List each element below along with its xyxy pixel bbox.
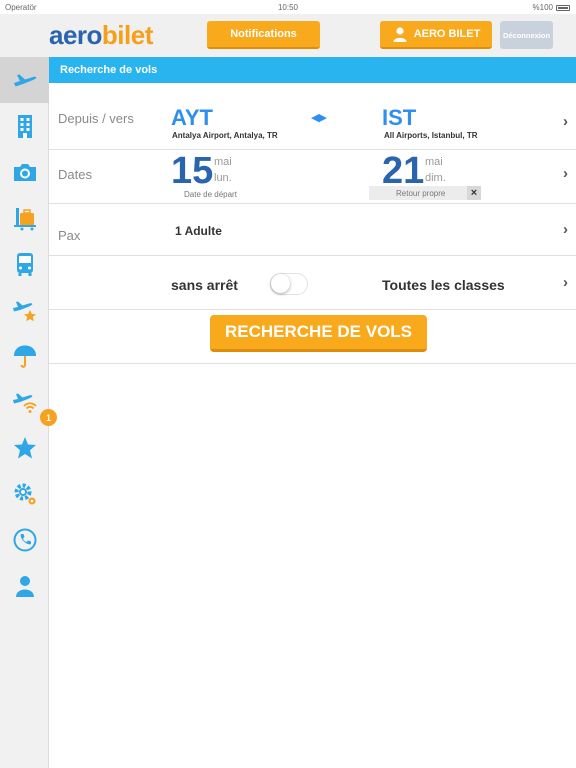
departure-caption: Date de départ — [184, 190, 237, 199]
chevron-right-icon: › — [563, 165, 568, 182]
sidebar-item-profile[interactable] — [0, 563, 49, 609]
sidebar-item-activities[interactable] — [0, 149, 49, 195]
clear-return-button[interactable]: × — [467, 186, 481, 200]
departure-day[interactable]: 15 — [171, 152, 213, 190]
plane-wifi-icon — [12, 393, 37, 413]
departure-weekday: lun. — [214, 172, 232, 184]
pax-value: 1 Adulte — [175, 224, 222, 238]
options-row: sans arrêt Toutes les classes › — [49, 256, 576, 310]
section-title-bar: Recherche de vols — [49, 57, 576, 83]
camera-icon — [13, 164, 36, 181]
chevron-right-icon: › — [563, 274, 568, 291]
settings-gear-icon — [14, 483, 35, 505]
departure-month: mai — [214, 156, 232, 168]
phone-icon — [13, 528, 36, 552]
return-caption: Retour propre — [396, 188, 446, 198]
chevron-right-icon: › — [563, 113, 568, 130]
luggage-icon — [13, 208, 36, 231]
return-weekday: dim. — [425, 172, 446, 184]
user-account-button[interactable]: AERO BILET — [380, 21, 492, 49]
battery-percent: %100 — [532, 3, 553, 12]
logo-part-bilet: bilet — [101, 20, 153, 50]
section-title: Recherche de vols — [60, 64, 158, 76]
dates-label: Dates — [58, 167, 92, 182]
nonstop-toggle[interactable] — [270, 273, 308, 295]
plane-icon — [13, 74, 36, 87]
destination-code[interactable]: IST — [382, 105, 416, 131]
user-icon — [15, 576, 34, 597]
logout-button[interactable]: Déconnexion — [500, 21, 553, 49]
nonstop-label: sans arrêt — [171, 277, 238, 293]
sidebar: 1 — [0, 57, 57, 768]
pax-label: Pax — [58, 228, 81, 243]
swap-route-icon[interactable]: ◀▶ — [311, 111, 327, 124]
notifications-button-label: Notifications — [230, 28, 297, 40]
sidebar-item-favorites[interactable] — [0, 425, 49, 471]
sidebar-item-contact[interactable] — [0, 517, 49, 563]
origin-code[interactable]: AYT — [171, 105, 213, 131]
battery-icon — [556, 4, 570, 11]
favorites-badge: 1 — [40, 409, 57, 426]
status-bar: Operatör 10:50 %100 — [0, 0, 576, 14]
sidebar-item-hotels[interactable] — [0, 103, 49, 149]
return-month: mai — [425, 156, 443, 168]
user-account-label: AERO BILET — [413, 28, 481, 40]
star-icon — [13, 437, 36, 459]
search-flights-button[interactable]: RECHERCHE DE VOLS — [210, 315, 427, 352]
route-label: Depuis / vers — [58, 111, 134, 126]
battery-indicator: %100 — [533, 3, 570, 12]
origin-airport: Antalya Airport, Antalya, TR — [172, 131, 278, 140]
search-flights-button-label: RECHERCHE DE VOLS — [224, 322, 413, 341]
bus-icon — [16, 253, 33, 276]
toggle-knob — [271, 274, 290, 293]
clock: 10:50 — [277, 3, 299, 12]
sidebar-item-flight-deals[interactable] — [0, 287, 49, 333]
return-day[interactable]: 21 — [382, 152, 424, 190]
sidebar-item-settings[interactable] — [0, 471, 49, 517]
dates-row[interactable]: Dates 15 mai lun. Date de départ 21 mai … — [49, 150, 576, 204]
return-date-pill: Retour propre × — [369, 186, 481, 200]
notifications-button[interactable]: Notifications — [207, 21, 320, 49]
passengers-row[interactable]: Pax 1 Adulte › — [49, 204, 576, 256]
sidebar-item-insurance[interactable] — [0, 333, 49, 379]
logout-button-label: Déconnexion — [502, 30, 551, 40]
logo-part-aero: aero — [49, 20, 102, 50]
cabin-class-selector[interactable]: Toutes les classes — [382, 277, 505, 293]
sidebar-item-bus[interactable] — [0, 241, 49, 287]
umbrella-icon — [13, 345, 36, 368]
hotel-icon — [17, 115, 32, 138]
sidebar-item-luggage[interactable] — [0, 195, 49, 241]
chevron-right-icon: › — [563, 221, 568, 238]
user-icon — [393, 27, 407, 42]
sidebar-item-flights[interactable] — [0, 57, 49, 103]
route-row[interactable]: Depuis / vers AYT Antalya Airport, Antal… — [49, 83, 576, 150]
app-header: aerobilet Notifications AERO BILET Décon… — [0, 14, 576, 62]
destination-airport: All Airports, Istanbul, TR — [384, 131, 478, 140]
aerobilet-logo: aerobilet — [49, 20, 153, 51]
plane-star-icon — [12, 301, 36, 322]
